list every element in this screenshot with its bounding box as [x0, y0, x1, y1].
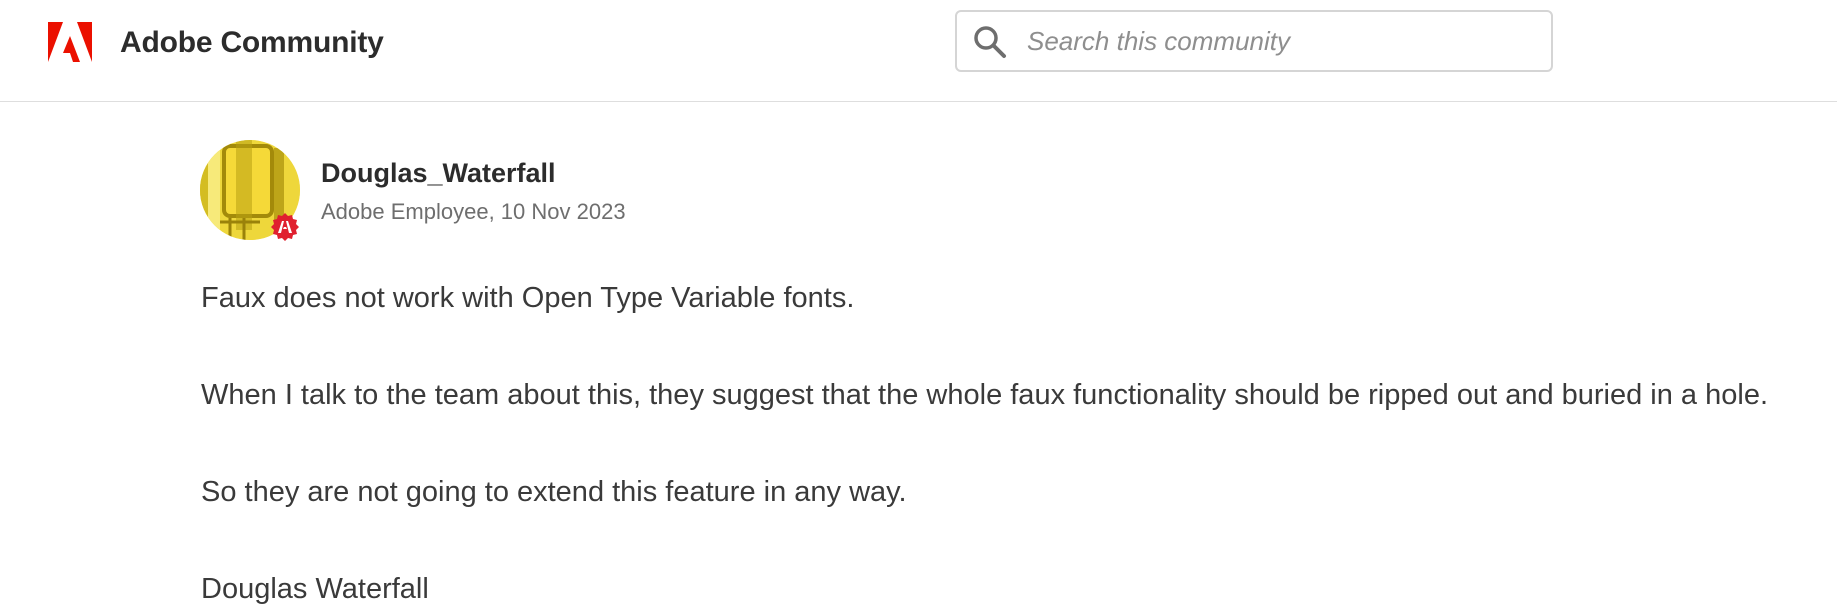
adobe-employee-badge-icon: [270, 212, 300, 242]
post-paragraph: Faux does not work with Open Type Variab…: [201, 282, 855, 314]
top-header: Adobe Community: [0, 0, 1837, 102]
post-paragraph: When I talk to the team about this, they…: [201, 379, 1769, 411]
author-meta: Adobe Employee, 10 Nov 2023: [321, 199, 626, 224]
brand-title[interactable]: Adobe Community: [120, 26, 384, 60]
post-signature: Douglas Waterfall: [201, 573, 429, 605]
post-date: 10 Nov 2023: [500, 199, 626, 224]
search-input[interactable]: [1027, 20, 1527, 62]
search-box[interactable]: [955, 10, 1553, 72]
adobe-logo-icon[interactable]: [48, 22, 92, 62]
post-paragraph: So they are not going to extend this fea…: [201, 476, 907, 508]
author-name[interactable]: Douglas_Waterfall: [321, 158, 556, 189]
avatar[interactable]: [200, 140, 304, 244]
search-icon[interactable]: [973, 25, 1007, 59]
author-role: Adobe Employee: [321, 199, 489, 224]
